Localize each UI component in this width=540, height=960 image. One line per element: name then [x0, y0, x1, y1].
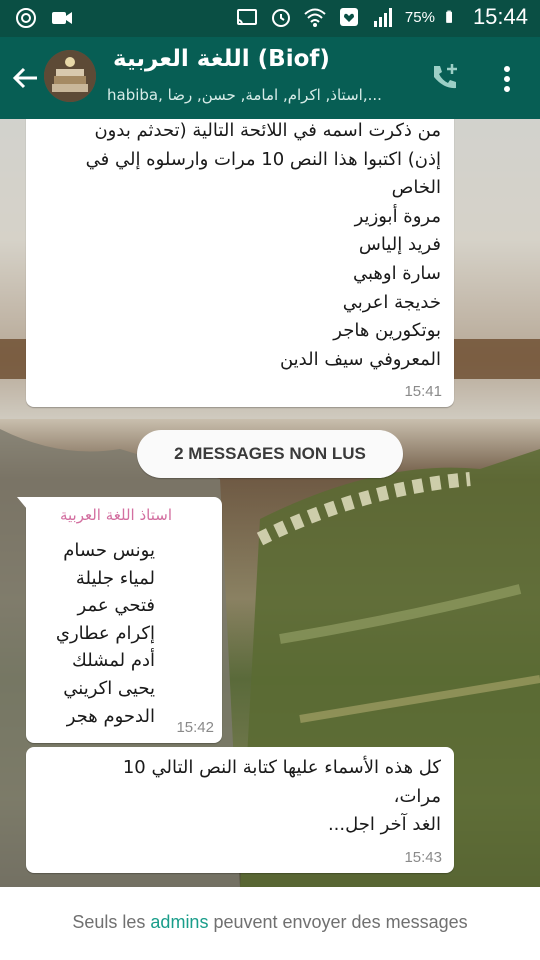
message-line: مرات،	[393, 785, 441, 807]
battery-icon	[446, 10, 452, 23]
sender-name[interactable]: استاذ اللغة العربية	[60, 506, 172, 524]
notice-text-after: peuvent envoyer des messages	[208, 912, 468, 932]
more-options-icon[interactable]	[497, 64, 517, 94]
message-bubble[interactable]: كل هذه الأسماء عليها كتابة النص التالي 1…	[26, 747, 454, 873]
message-bubble[interactable]: من ذكرت اسمه في اللائحة التالية (تحدثم ب…	[26, 119, 454, 407]
message-time: 15:42	[176, 719, 214, 736]
message-line: الخاص	[391, 177, 441, 199]
message-line: بوتكورين هاجر	[333, 320, 441, 342]
message-line: خديجة اعربي	[342, 291, 441, 313]
group-title[interactable]: اللغة العربية (Biof)	[113, 46, 330, 72]
message-text: كل هذه الأسماء عليها كتابة النص التالي 1…	[61, 754, 441, 840]
message-line: إكرام عطاري	[55, 622, 155, 644]
chat-area[interactable]: من ذكرت اسمه في اللائحة التالية (تحدثم ب…	[0, 119, 540, 887]
admins-link[interactable]: admins	[150, 912, 208, 932]
message-text: من ذكرت اسمه في اللائحة التالية (تحدثم ب…	[31, 119, 441, 374]
message-line: لمياء جليلة	[75, 567, 155, 589]
message-text: يونس حسام لمياء جليلة فتحي عمر إكرام عطا…	[35, 537, 155, 730]
message-time: 15:43	[404, 849, 442, 866]
message-line: كل هذه الأسماء عليها كتابة النص التالي 1…	[122, 757, 441, 778]
message-line: يحيى اكريني	[63, 677, 155, 699]
chat-header: اللغة العربية (Biof) habiba, استاذ, اكرا…	[0, 37, 540, 119]
back-arrow-icon[interactable]	[10, 63, 40, 93]
video-camera-icon	[52, 12, 72, 24]
signal-icon	[373, 8, 392, 27]
message-line: المعروفي سيف الدين	[279, 348, 441, 370]
whatsapp-status-icon	[16, 8, 36, 28]
status-bar: 75% 15:44	[0, 0, 540, 37]
message-bubble[interactable]: استاذ اللغة العربية يونس حسام لمياء جليل…	[17, 497, 222, 743]
admins-only-notice: Seuls les admins peuvent envoyer des mes…	[0, 887, 540, 960]
message-line: مروة أبوزير	[354, 205, 441, 227]
message-line: من ذكرت اسمه في اللائحة التالية (تحدثم ب…	[94, 120, 441, 141]
message-line: يونس حسام	[63, 540, 155, 561]
message-line: أدم لمشلك	[72, 650, 155, 672]
message-line: فريد إلياس	[358, 234, 441, 256]
wifi-icon	[304, 8, 326, 27]
unread-messages-banner: 2 MESSAGES NON LUS	[137, 430, 403, 478]
message-line: الدحوم هجر	[66, 705, 155, 727]
notification-icon	[339, 8, 358, 26]
message-time: 15:41	[404, 383, 442, 400]
add-call-icon[interactable]	[428, 61, 462, 95]
message-line: الغد آخر اجل...	[327, 814, 441, 836]
message-line: سارة اوهبي	[352, 262, 441, 284]
message-line: فتحي عمر	[77, 595, 155, 617]
notice-text-before: Seuls les	[72, 912, 151, 932]
group-participants[interactable]: habiba, استاذ, اكرام, امامة, حسن, رضا,..…	[107, 86, 382, 104]
status-time: 15:44	[472, 4, 528, 29]
bubble-tail	[17, 497, 27, 509]
battery-percent: 75%	[404, 8, 435, 26]
cast-icon	[236, 9, 257, 25]
alarm-icon	[271, 9, 290, 27]
message-line: إذن) اكتبوا هذا النص 10 مرات وارسلوه إلي…	[85, 148, 441, 170]
group-avatar[interactable]	[44, 50, 96, 102]
